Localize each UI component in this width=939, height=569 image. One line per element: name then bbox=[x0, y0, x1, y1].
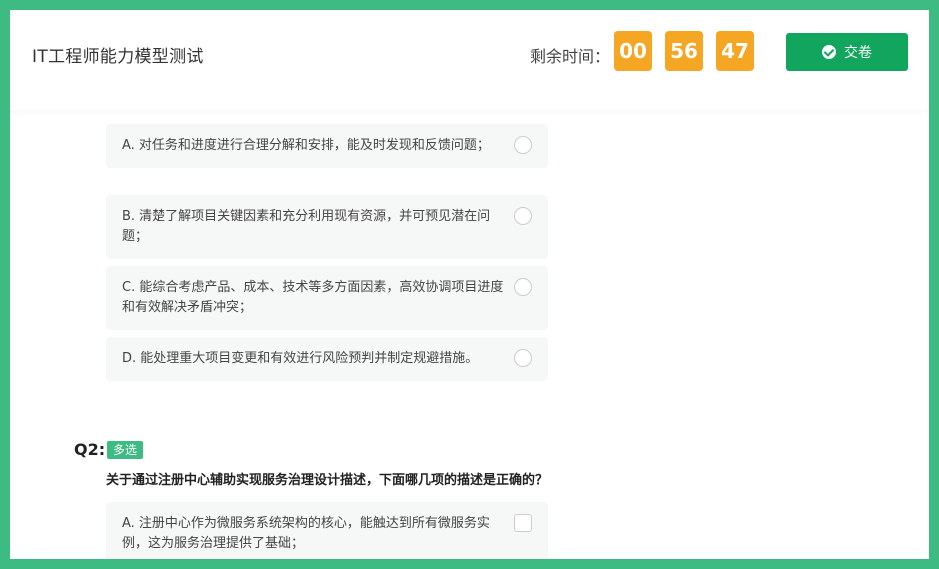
q1-option-c[interactable]: C. 能综合考虑产品、成本、技术等多方面因素，高效协调项目进度和有效解决矛盾冲突… bbox=[106, 266, 548, 330]
radio-button[interactable] bbox=[514, 136, 532, 154]
question-number: Q2: bbox=[74, 440, 106, 459]
header-bar: IT工程师能力模型测试 剩余时间： 00 56 47 交卷 bbox=[10, 10, 929, 110]
page-title: IT工程师能力模型测试 bbox=[32, 47, 204, 67]
question-text: 关于通过注册中心辅助实现服务治理设计描述，下面哪几项的描述是正确的？ bbox=[106, 473, 549, 488]
option-label: D. 能处理重大项目变更和有效进行风险预判并制定规避措施。 bbox=[122, 351, 479, 366]
radio-button[interactable] bbox=[514, 349, 532, 367]
option-label: C. 能综合考虑产品、成本、技术等多方面因素，高效协调项目进度和有效解决矛盾冲突… bbox=[122, 280, 504, 315]
question-list: A. 对任务和进度进行合理分解和安排，能及时发现和反馈问题； B. 清楚了解项目… bbox=[10, 110, 929, 559]
question-type-badge: 多选 bbox=[107, 441, 144, 459]
timer-seconds: 47 bbox=[716, 31, 754, 71]
checkbox[interactable] bbox=[514, 514, 532, 532]
option-label: A. 注册中心作为微服务系统架构的核心，能触达到所有微服务实例，这为服务治理提供… bbox=[122, 516, 490, 551]
q2-option-a[interactable]: A. 注册中心作为微服务系统架构的核心，能触达到所有微服务实例，这为服务治理提供… bbox=[106, 502, 548, 559]
q1-option-d[interactable]: D. 能处理重大项目变更和有效进行风险预判并制定规避措施。 bbox=[106, 337, 548, 381]
exam-window: IT工程师能力模型测试 剩余时间： 00 56 47 交卷 A. 对任务和进度进… bbox=[10, 10, 929, 559]
q1-option-a[interactable]: A. 对任务和进度进行合理分解和安排，能及时发现和反馈问题； bbox=[106, 124, 548, 168]
timer-label: 剩余时间： bbox=[530, 47, 611, 66]
timer-minutes: 56 bbox=[665, 31, 703, 71]
submit-exam-button[interactable]: 交卷 bbox=[786, 33, 908, 71]
timer-hours: 00 bbox=[614, 31, 652, 71]
submit-button-label: 交卷 bbox=[844, 45, 872, 61]
check-circle-icon bbox=[822, 45, 836, 59]
radio-button[interactable] bbox=[514, 207, 532, 225]
option-label: B. 清楚了解项目关键因素和充分利用现有资源，并可预见潜在问题； bbox=[122, 209, 491, 244]
option-label: A. 对任务和进度进行合理分解和安排，能及时发现和反馈问题； bbox=[122, 138, 490, 153]
radio-button[interactable] bbox=[514, 278, 532, 296]
q1-option-b[interactable]: B. 清楚了解项目关键因素和充分利用现有资源，并可预见潜在问题； bbox=[106, 195, 548, 259]
